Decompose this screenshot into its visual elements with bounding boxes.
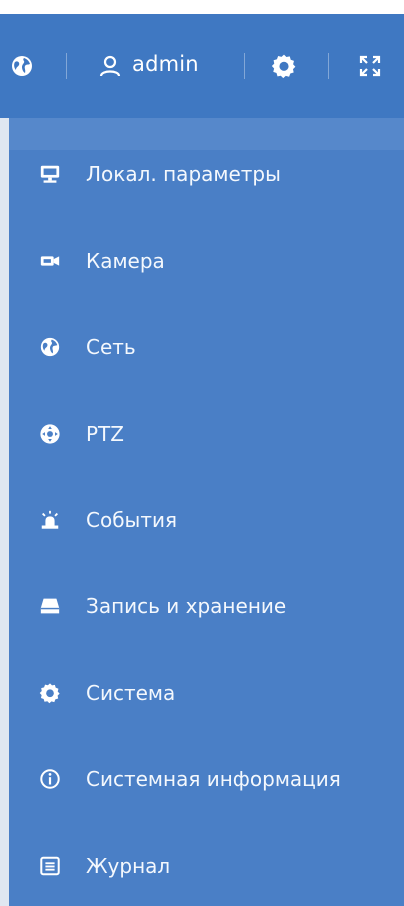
menu-item-system[interactable]: Система: [9, 663, 404, 723]
globe-icon: [12, 56, 32, 76]
gear-icon: [38, 681, 62, 705]
menu-item-label: Системная информация: [86, 767, 341, 791]
globe-icon: [38, 335, 62, 359]
user-icon: [99, 55, 121, 77]
log-icon: [38, 854, 62, 878]
monitor-icon: [38, 162, 62, 186]
menu-item-label: Журнал: [86, 854, 171, 878]
menu-item-label: События: [86, 508, 178, 532]
divider: [244, 53, 245, 79]
alarm-icon: [38, 508, 62, 532]
language-button[interactable]: [0, 14, 46, 118]
settings-menu: Локал. параметры Камера Сеть PTZ События…: [0, 118, 404, 906]
camera-icon: [38, 249, 62, 273]
menu-item-label: Система: [86, 681, 176, 705]
user-menu[interactable]: admin: [90, 14, 240, 118]
menu-item-storage[interactable]: Запись и хранение: [9, 576, 404, 636]
divider: [328, 53, 329, 79]
menu-item-label: Локал. параметры: [86, 162, 281, 186]
top-bar: admin: [0, 14, 404, 118]
fullscreen-button[interactable]: [350, 14, 404, 118]
gear-icon: [271, 54, 296, 79]
ptz-icon: [38, 422, 62, 446]
divider: [66, 53, 67, 79]
menu-item-ptz[interactable]: PTZ: [9, 404, 404, 464]
storage-icon: [38, 594, 62, 618]
info-icon: [38, 767, 62, 791]
menu-border: [0, 118, 9, 906]
menu-item-events[interactable]: События: [9, 490, 404, 550]
fullscreen-icon: [359, 55, 381, 77]
menu-item-label: Запись и хранение: [86, 594, 287, 618]
settings-button[interactable]: [262, 14, 306, 118]
menu-item-label: Камера: [86, 249, 165, 273]
menu-item-log[interactable]: Журнал: [9, 836, 404, 896]
username-label: admin: [132, 52, 199, 76]
menu-item-system-info[interactable]: Системная информация: [9, 749, 404, 809]
menu-item-camera[interactable]: Камера: [9, 231, 404, 291]
menu-item-local-params[interactable]: Локал. параметры: [9, 144, 404, 204]
menu-item-label: PTZ: [86, 422, 124, 446]
menu-item-label: Сеть: [86, 335, 136, 359]
menu-item-network[interactable]: Сеть: [9, 317, 404, 377]
